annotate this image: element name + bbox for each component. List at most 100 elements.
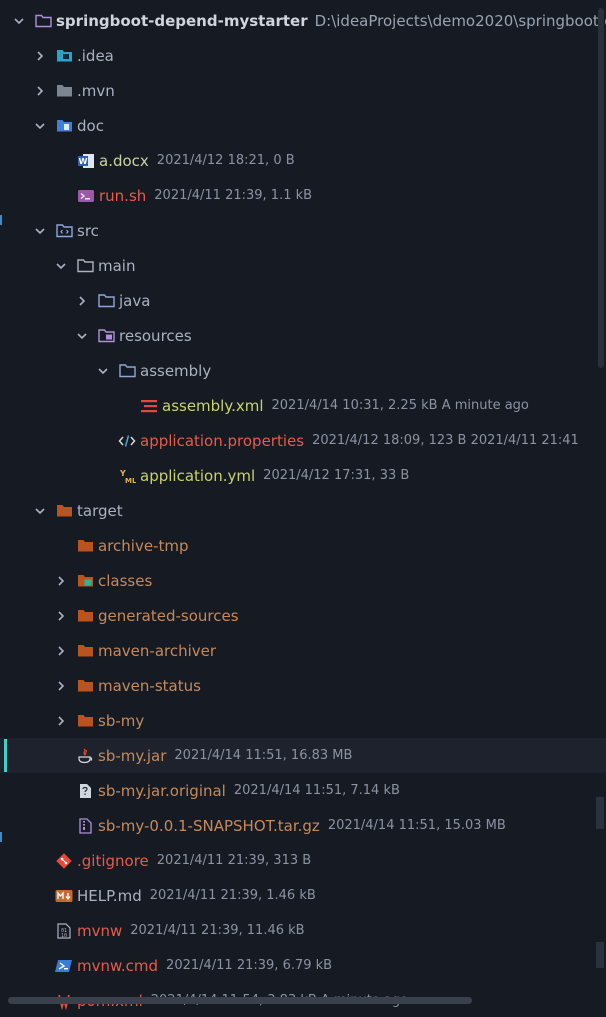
target-folder-icon [76, 677, 94, 695]
tree-item-resources[interactable]: resources [0, 318, 606, 353]
chevron-right-icon[interactable] [54, 644, 68, 658]
tree-item-mvnw-cmd[interactable]: mvnw.cmd 2021/4/11 21:39, 6.79 kB [0, 948, 606, 983]
tree-item-archive-tmp[interactable]: archive-tmp [0, 528, 606, 563]
gutter-marker [0, 832, 2, 842]
target-folder-icon [76, 607, 94, 625]
item-name: assembly [140, 361, 212, 380]
tree-item-sb-my-jar[interactable]: sb-my.jar 2021/4/14 11:51, 16.83 MB [0, 738, 606, 773]
chevron-down-icon[interactable] [33, 224, 47, 238]
item-meta: 2021/4/14 11:51, 7.14 kB [233, 783, 400, 798]
chevron-right-icon[interactable] [33, 84, 47, 98]
chevron-down-icon[interactable] [12, 14, 26, 28]
tree-item-mvnw[interactable]: 01 10 mvnw 2021/4/11 21:39, 11.46 kB [0, 913, 606, 948]
root-path: D:\ideaProjects\demo2020\springboot-de [314, 11, 606, 30]
tree-item-target[interactable]: target [0, 493, 606, 528]
item-name: .idea [77, 46, 114, 65]
chevron-right-icon[interactable] [54, 609, 68, 623]
item-name: resources [119, 326, 192, 345]
item-name: sb-my.jar [98, 746, 167, 765]
vertical-scrollbar[interactable] [596, 0, 606, 1017]
tree-item-maven-archiver[interactable]: maven-archiver [0, 633, 606, 668]
chevron-right-icon[interactable] [75, 294, 89, 308]
item-name: java [119, 291, 151, 310]
tree-item-idea[interactable]: .idea [0, 38, 606, 73]
tree-item-mvn[interactable]: .mvn [0, 73, 606, 108]
tree-item-maven-status[interactable]: maven-status [0, 668, 606, 703]
tree-item-assembly[interactable]: assembly [0, 353, 606, 388]
tree-item-help-md[interactable]: HELP.md 2021/4/11 21:39, 1.46 kB [0, 878, 606, 913]
chevron-right-icon[interactable] [54, 714, 68, 728]
yaml-file-icon: Y ML [118, 467, 136, 485]
item-name: archive-tmp [98, 536, 189, 555]
item-meta: 2021/4/14 10:31, 2.25 kB A minute ago [271, 398, 529, 413]
item-meta: 2021/4/12 17:31, 33 B [263, 468, 410, 483]
item-name: generated-sources [98, 606, 239, 625]
binary-file-icon: 01 10 [55, 922, 73, 940]
item-name: mvnw [77, 921, 123, 940]
chevron-right-icon[interactable] [33, 49, 47, 63]
svg-text:W: W [79, 157, 88, 166]
chevron-down-icon[interactable] [33, 504, 47, 518]
code-file-icon [118, 432, 136, 450]
item-name: sb-my-0.0.1-SNAPSHOT.tar.gz [98, 816, 320, 835]
git-icon [55, 852, 73, 870]
folder-icon [55, 82, 73, 100]
item-meta: 2021/4/11 21:39, 11.46 kB [130, 923, 305, 938]
chevron-down-icon[interactable] [33, 119, 47, 133]
tree-item-sb-my-jar-original[interactable]: sb-my.jar.original 2021/4/14 11:51, 7.14… [0, 773, 606, 808]
item-name: .mvn [77, 81, 115, 100]
archive-file-icon [76, 817, 94, 835]
folder-outline-icon [76, 257, 94, 275]
chevron-down-icon[interactable] [54, 259, 68, 273]
tree-item-application-yml[interactable]: Y ML application.yml 2021/4/12 17:31, 33 … [0, 458, 606, 493]
tree-item-assembly-xml[interactable]: assembly.xml 2021/4/14 10:31, 2.25 kB A … [0, 388, 606, 423]
unknown-file-icon [76, 782, 94, 800]
item-name: classes [98, 571, 153, 590]
classes-folder-icon [76, 572, 94, 590]
target-folder-icon [76, 537, 94, 555]
item-name: sb-my.jar.original [98, 781, 226, 800]
tree-item-doc[interactable]: doc [0, 108, 606, 143]
tree-item-main[interactable]: main [0, 248, 606, 283]
tree-item-a-docx[interactable]: W a.docx 2021/4/12 18:21, 0 B [0, 143, 606, 178]
chevron-right-icon[interactable] [54, 574, 68, 588]
shell-file-icon [77, 187, 95, 205]
chevron-down-icon[interactable] [75, 329, 89, 343]
idea-folder-icon [55, 47, 73, 65]
tree-item-java[interactable]: java [0, 283, 606, 318]
tree-item-run-sh[interactable]: run.sh 2021/4/11 21:39, 1.1 kB [0, 178, 606, 213]
xml-file-icon [140, 397, 158, 415]
item-meta: 2021/4/12 18:21, 0 B [156, 153, 295, 168]
scrollbar-marker [596, 797, 604, 829]
folder-outline-icon [97, 292, 115, 310]
item-name: src [77, 221, 99, 240]
scrollbar-marker [596, 942, 604, 968]
tree-item-sb-my[interactable]: sb-my [0, 703, 606, 738]
target-folder-icon [76, 712, 94, 730]
source-folder-icon [55, 222, 73, 240]
tree-item-classes[interactable]: classes [0, 563, 606, 598]
item-name: run.sh [99, 186, 147, 205]
item-meta: 2021/4/11 21:39, 1.1 kB [154, 188, 313, 203]
item-name: mvnw.cmd [77, 956, 159, 975]
tree-item-tar-gz[interactable]: sb-my-0.0.1-SNAPSHOT.tar.gz 2021/4/14 11… [0, 808, 606, 843]
item-name: maven-archiver [98, 641, 217, 660]
item-name: application.properties [140, 431, 305, 450]
tree-item-generated-sources[interactable]: generated-sources [0, 598, 606, 633]
target-folder-icon [55, 502, 73, 520]
horizontal-scrollbar-thumb[interactable] [8, 997, 472, 1004]
tree-item-gitignore[interactable]: .gitignore 2021/4/11 21:39, 313 B [0, 843, 606, 878]
item-meta: 2021/4/12 18:09, 123 B 2021/4/11 21:41 [312, 433, 579, 448]
powershell-icon [55, 957, 73, 975]
root-name: springboot-depend-mystarter [56, 11, 308, 30]
tree-root[interactable]: springboot-depend-mystarter D:\ideaProje… [0, 3, 606, 38]
tree-item-application-properties[interactable]: application.properties 2021/4/12 18:09, … [0, 423, 606, 458]
item-name: main [98, 256, 136, 275]
chevron-right-icon[interactable] [54, 679, 68, 693]
tree-item-src[interactable]: src [0, 213, 606, 248]
item-meta: 2021/4/11 21:39, 1.46 kB [149, 888, 316, 903]
java-jar-icon [76, 747, 94, 765]
item-name: HELP.md [77, 886, 142, 905]
vertical-scrollbar-thumb[interactable] [598, 8, 604, 368]
chevron-down-icon[interactable] [96, 364, 110, 378]
